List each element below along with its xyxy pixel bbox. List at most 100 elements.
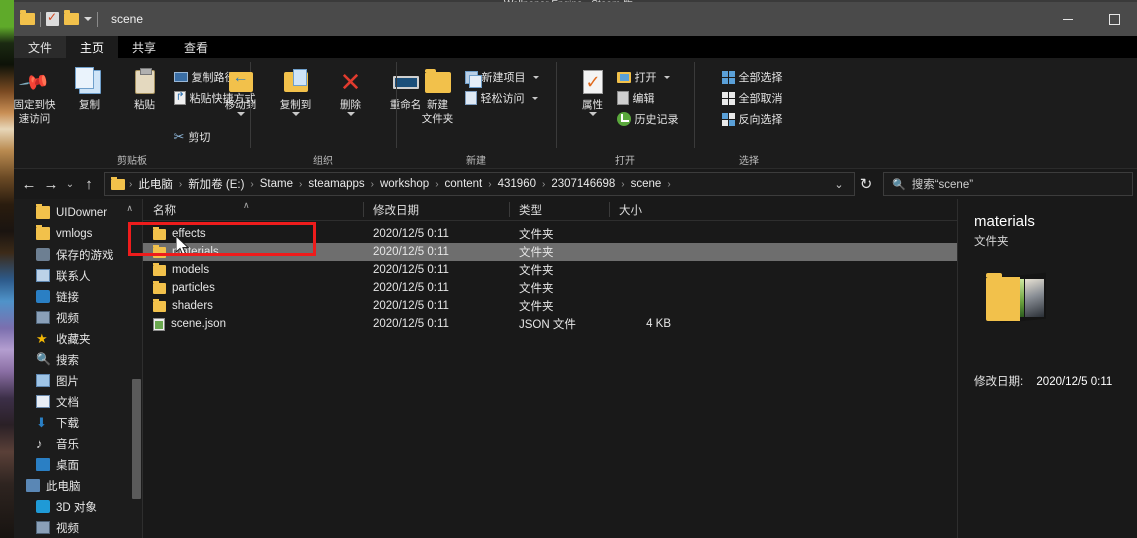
forward-button[interactable]: →: [40, 172, 62, 196]
cell-type: 文件夹: [509, 244, 609, 260]
delete-button[interactable]: ✕ 删除: [325, 63, 377, 116]
breadcrumb-item-2307146698[interactable]: 2307146698: [549, 178, 617, 190]
properties-icon[interactable]: [46, 12, 59, 26]
sidebar-item-this-pc[interactable]: 此电脑: [14, 475, 143, 496]
paste-button[interactable]: 粘贴: [119, 63, 171, 111]
back-button[interactable]: ←: [18, 172, 40, 196]
sidebar-item-downloads[interactable]: ⬇下载: [14, 412, 143, 433]
sidebar-item-desktop[interactable]: 桌面: [14, 454, 143, 475]
breadcrumb-sep-8: ›: [663, 179, 674, 190]
copy-to-caret-icon[interactable]: [292, 112, 300, 116]
properties-caret-icon[interactable]: [589, 112, 597, 116]
history-button[interactable]: 历史记录: [617, 110, 679, 128]
sidebar-item-documents[interactable]: 文档: [14, 391, 143, 412]
cell-type: 文件夹: [509, 262, 609, 278]
tab-file[interactable]: 文件: [14, 36, 66, 58]
edit-button[interactable]: 编辑: [617, 89, 679, 107]
tab-share[interactable]: 共享: [118, 36, 170, 58]
minimize-button[interactable]: [1045, 2, 1091, 36]
invert-selection-button[interactable]: 反向选择: [722, 110, 783, 128]
search-input[interactable]: 搜索“scene”: [912, 176, 973, 192]
table-row[interactable]: models 2020/12/5 0:11 文件夹: [143, 261, 957, 279]
tab-view[interactable]: 查看: [170, 36, 222, 58]
sidebar-item-favorites[interactable]: ★收藏夹: [14, 328, 143, 349]
breadcrumb-item-drive-e[interactable]: 新加卷 (E:): [186, 176, 246, 192]
breadcrumb-item-this-pc[interactable]: 此电脑: [136, 176, 175, 192]
pin-label-line2: 速访问: [19, 113, 51, 125]
chevron-down-icon[interactable]: [84, 17, 92, 21]
copy-path-icon: [174, 72, 188, 82]
up-button[interactable]: ↑: [78, 172, 100, 196]
sidebar-item-uidowner[interactable]: UIDowner: [14, 202, 143, 223]
json-file-icon: [153, 318, 165, 331]
breadcrumb-bar[interactable]: › 此电脑 › 新加卷 (E:) › Stame › steamapps › w…: [104, 172, 855, 196]
table-row[interactable]: effects 2020/12/5 0:11 文件夹: [143, 225, 957, 243]
cut-label: 剪切: [188, 129, 210, 145]
explorer-content: ∧ UIDowner vmlogs 保存的游戏 联系人 链接 视频 ★收藏夹 🔍…: [14, 199, 1137, 538]
table-row[interactable]: materials 2020/12/5 0:11 文件夹: [143, 243, 957, 261]
sidebar-item-pictures[interactable]: 图片: [14, 370, 143, 391]
breadcrumb-item-steamapps[interactable]: steamapps: [306, 178, 366, 190]
nav-collapse-icon[interactable]: ∧: [126, 203, 133, 214]
column-header-date[interactable]: 修改日期: [363, 199, 509, 220]
pin-to-quick-access-button[interactable]: 📌 固定到快 速访问: [9, 63, 61, 125]
breadcrumb-item-stame[interactable]: Stame: [258, 178, 295, 190]
copy-button[interactable]: 复制: [64, 63, 116, 111]
sidebar-item-music[interactable]: ♪音乐: [14, 433, 143, 454]
breadcrumb-item-workshop[interactable]: workshop: [378, 178, 431, 190]
sidebar-item-3d-objects[interactable]: 3D 对象: [14, 496, 143, 517]
navigation-scrollbar-thumb[interactable]: [132, 379, 141, 499]
select-none-button[interactable]: 全部取消: [722, 89, 783, 107]
window-controls: [1045, 2, 1137, 36]
open-caret-icon[interactable]: [664, 76, 670, 79]
new-item-button[interactable]: 新建项目: [465, 68, 539, 86]
group-label-select: 选择: [739, 150, 759, 168]
refresh-button[interactable]: ↻: [855, 172, 877, 196]
sidebar-item-label: 图片: [56, 373, 79, 389]
move-to-caret-icon[interactable]: [237, 112, 245, 116]
breadcrumb-item-scene[interactable]: scene: [629, 178, 664, 190]
sidebar-item-contacts[interactable]: 联系人: [14, 265, 143, 286]
table-row[interactable]: scene.json 2020/12/5 0:11 JSON 文件 4 KB: [143, 315, 957, 333]
sidebar-item-vmlogs[interactable]: vmlogs: [14, 223, 143, 244]
file-name-label: scene.json: [171, 318, 226, 330]
table-row[interactable]: shaders 2020/12/5 0:11 文件夹: [143, 297, 957, 315]
breadcrumb-item-content[interactable]: content: [443, 178, 485, 190]
group-label-new: 新建: [466, 150, 486, 168]
address-dropdown-icon[interactable]: ⌄: [830, 178, 848, 191]
new-folder-icon[interactable]: [64, 13, 79, 25]
column-headers: 名称∧ 修改日期 类型 大小: [143, 199, 957, 221]
sidebar-item-videos[interactable]: 视频: [14, 307, 143, 328]
copy-to-button[interactable]: 复制到: [270, 63, 322, 116]
breadcrumb-item-431960[interactable]: 431960: [496, 178, 538, 190]
ribbon-group-select: 全部选择 全部取消 反向选择 选择: [694, 58, 804, 168]
navigation-list: UIDowner vmlogs 保存的游戏 联系人 链接 视频 ★收藏夹 🔍搜索…: [14, 199, 143, 538]
easy-access-button[interactable]: 轻松访问: [465, 89, 539, 107]
sidebar-item-links[interactable]: 链接: [14, 286, 143, 307]
easy-access-icon: [465, 91, 477, 105]
scissors-icon: ✂: [174, 129, 185, 145]
column-header-name[interactable]: 名称∧: [143, 199, 363, 220]
contacts-icon: [36, 269, 50, 282]
sidebar-item-videos-2[interactable]: 视频: [14, 517, 143, 538]
column-header-size[interactable]: 大小: [609, 199, 687, 220]
search-box[interactable]: 🔍 搜索“scene”: [883, 172, 1133, 196]
tab-home[interactable]: 主页: [66, 36, 118, 58]
select-all-button[interactable]: 全部选择: [722, 68, 783, 86]
open-button[interactable]: 打开: [617, 68, 679, 86]
table-row[interactable]: particles 2020/12/5 0:11 文件夹: [143, 279, 957, 297]
new-item-caret-icon[interactable]: [533, 76, 539, 79]
column-header-type[interactable]: 类型: [509, 199, 609, 220]
easy-access-caret-icon[interactable]: [532, 97, 538, 100]
select-none-label: 全部取消: [739, 90, 783, 106]
new-folder-button[interactable]: 新建 文件夹: [414, 63, 462, 125]
sidebar-item-searches[interactable]: 🔍搜索: [14, 349, 143, 370]
sidebar-item-label: 链接: [56, 289, 79, 305]
move-to-button[interactable]: 移动到: [215, 63, 267, 116]
maximize-button[interactable]: [1091, 2, 1137, 36]
recent-locations-button[interactable]: ⌄: [62, 172, 78, 196]
sidebar-item-saved-games[interactable]: 保存的游戏: [14, 244, 143, 265]
favorites-star-icon: ★: [36, 332, 50, 345]
delete-caret-icon[interactable]: [347, 112, 355, 116]
properties-button[interactable]: 属性: [572, 63, 614, 116]
